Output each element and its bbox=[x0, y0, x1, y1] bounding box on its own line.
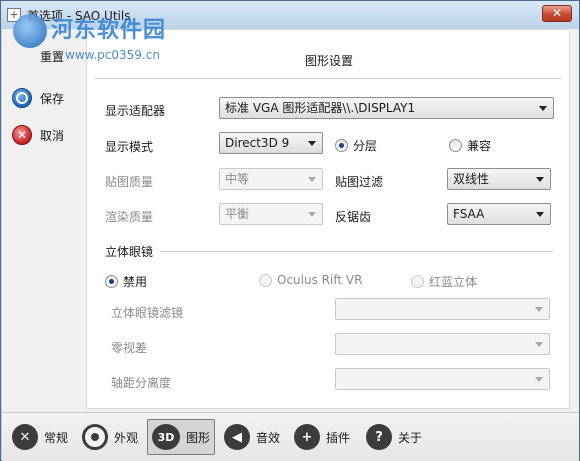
tab-general[interactable]: ✕ 常规 bbox=[8, 419, 72, 455]
cancel-icon: ✕ bbox=[12, 125, 32, 145]
save-icon bbox=[12, 88, 32, 108]
radio-oculus[interactable]: Oculus Rift VR bbox=[259, 273, 362, 287]
stereo-filter-select[interactable] bbox=[335, 298, 550, 320]
tab-sound-label: 音效 bbox=[256, 430, 281, 445]
radio-oculus-label: Oculus Rift VR bbox=[277, 273, 363, 287]
radio-dot bbox=[105, 275, 118, 288]
cancel-button[interactable]: ✕ 取消 bbox=[12, 124, 64, 146]
radio-dot bbox=[411, 275, 424, 288]
tab-about[interactable]: ? 关于 bbox=[362, 419, 426, 455]
axis-separation-label: 轴距分离度 bbox=[111, 376, 172, 390]
radio-stereo-disabled-label: 禁用 bbox=[123, 275, 148, 289]
radio-anaglyph-label: 红蓝立体 bbox=[429, 275, 478, 289]
display-mode-label: 显示模式 bbox=[105, 140, 154, 154]
title-divider bbox=[95, 78, 561, 79]
graphics-settings-panel: 图形设置 显示适配器 标准 VGA 图形适配器\\.\DISPLAY1 显示模式… bbox=[86, 29, 570, 409]
radio-compatible[interactable]: 兼容 bbox=[449, 137, 491, 154]
tab-appearance[interactable]: 外观 bbox=[78, 419, 142, 455]
stereo-group-divider bbox=[161, 251, 553, 252]
render-quality-select[interactable]: 平衡 bbox=[219, 203, 323, 225]
sidebar: 重置 保存 ✕ 取消 bbox=[2, 29, 86, 412]
texture-quality-label: 贴图质量 bbox=[105, 175, 154, 189]
window-title: 首选项 - SAO Utils bbox=[27, 9, 131, 23]
texture-quality-select[interactable]: 中等 bbox=[219, 168, 323, 190]
page-title: 图形设置 bbox=[304, 54, 353, 68]
app-icon: + bbox=[7, 8, 21, 22]
tab-plugins-label: 插件 bbox=[326, 430, 351, 445]
tab-sound[interactable]: ◀ 音效 bbox=[220, 419, 284, 455]
antialias-label: 反锯齿 bbox=[335, 210, 372, 224]
axis-separation-select[interactable] bbox=[335, 368, 550, 390]
radio-dot bbox=[335, 139, 348, 152]
render-quality-label: 渲染质量 bbox=[105, 210, 154, 224]
wrench-icon: ✕ bbox=[12, 424, 38, 450]
tab-plugins[interactable]: + 插件 bbox=[290, 419, 354, 455]
close-button[interactable]: ✕ bbox=[542, 5, 572, 22]
cancel-label: 取消 bbox=[40, 128, 65, 143]
preferences-window: + 首选项 - SAO Utils ✕ 重置 保存 ✕ 取消 图形设置 显示适配 bbox=[0, 0, 580, 461]
tab-graphics[interactable]: 3D 图形 bbox=[147, 419, 216, 455]
eye-icon bbox=[82, 424, 108, 450]
radio-anaglyph[interactable]: 红蓝立体 bbox=[411, 273, 477, 290]
radio-layered-label: 分层 bbox=[353, 139, 378, 153]
client-area: 重置 保存 ✕ 取消 图形设置 显示适配器 标准 VGA 图形适配器\\.\DI… bbox=[2, 29, 579, 412]
bottom-toolbar: ✕ 常规 外观 3D 图形 ◀ 音效 + 插件 ? 关于 bbox=[2, 412, 579, 461]
display-mode-select[interactable]: Direct3D 9 bbox=[219, 132, 323, 154]
tab-appearance-label: 外观 bbox=[114, 430, 139, 445]
radio-layered[interactable]: 分层 bbox=[335, 137, 377, 154]
plus-icon: + bbox=[294, 424, 320, 450]
save-button[interactable]: 保存 bbox=[12, 87, 64, 109]
antialias-select[interactable]: FSAA bbox=[447, 203, 551, 225]
stereo-filter-label: 立体眼镜滤镜 bbox=[111, 306, 184, 320]
zero-parallax-label: 零视差 bbox=[111, 341, 148, 355]
reset-button[interactable]: 重置 bbox=[12, 45, 64, 67]
stereo-group-label: 立体眼镜 bbox=[105, 245, 154, 259]
3d-icon: 3D bbox=[152, 424, 180, 450]
reset-label: 重置 bbox=[40, 49, 65, 64]
title-bar[interactable]: + 首选项 - SAO Utils ✕ bbox=[1, 1, 579, 29]
save-label: 保存 bbox=[40, 91, 65, 106]
radio-stereo-disabled[interactable]: 禁用 bbox=[105, 273, 147, 290]
tab-general-label: 常规 bbox=[44, 430, 69, 445]
radio-dot bbox=[259, 273, 272, 287]
zero-parallax-select[interactable] bbox=[335, 333, 550, 355]
texture-filter-select[interactable]: 双线性 bbox=[447, 168, 551, 190]
radio-dot bbox=[449, 139, 462, 152]
question-icon: ? bbox=[366, 424, 392, 450]
radio-compatible-label: 兼容 bbox=[467, 139, 492, 153]
texture-filter-label: 贴图过滤 bbox=[335, 175, 384, 189]
tab-graphics-label: 图形 bbox=[186, 430, 211, 445]
adapter-label: 显示适配器 bbox=[105, 104, 166, 118]
tab-about-label: 关于 bbox=[398, 430, 423, 445]
adapter-select[interactable]: 标准 VGA 图形适配器\\.\DISPLAY1 bbox=[219, 97, 554, 119]
speaker-icon: ◀ bbox=[224, 424, 250, 450]
reset-icon bbox=[12, 46, 32, 66]
